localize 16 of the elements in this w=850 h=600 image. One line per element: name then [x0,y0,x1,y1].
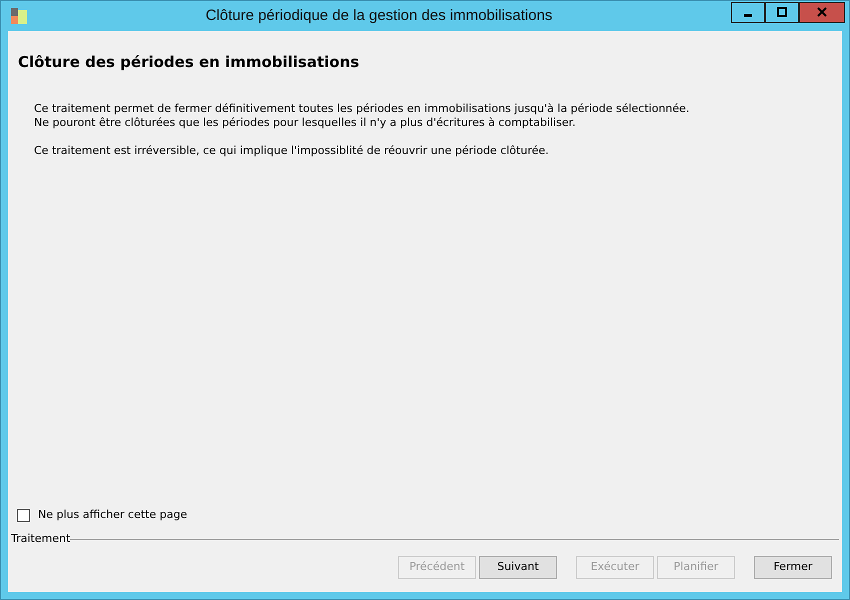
wizard-button[interactable]: Suivant [479,556,557,579]
close-icon [817,7,827,17]
description-paragraph: Ce traitement est irréversible, ce qui implique l'impossiblité de réouvrir une période clôturée. [34,144,550,158]
maximize-icon [777,7,787,17]
checkbox-label: Ne plus afficher cette page [38,507,188,523]
page-heading: Clôture des périodes en immobilisations [18,52,360,73]
app-icon [11,8,27,24]
wizard-button[interactable]: Fermer [754,556,832,579]
close-button[interactable] [799,2,845,22]
minimize-button[interactable] [731,2,765,22]
group-label: Traitement [11,530,70,546]
minimize-icon [744,14,752,16]
maximize-button[interactable] [765,2,799,22]
checkbox[interactable] [17,508,30,522]
window-title: Clôture périodique de la gestion des immobilisations [204,6,554,26]
description-paragraph: Ce traitement permet de fermer définitivement toutes les périodes en immobilisations jusqu'à la période sélectionnée. Ne pouront être clôturées que les périodes pour lesquelles il n'y a plus d'écritures à comptabiliser. [34,102,690,130]
